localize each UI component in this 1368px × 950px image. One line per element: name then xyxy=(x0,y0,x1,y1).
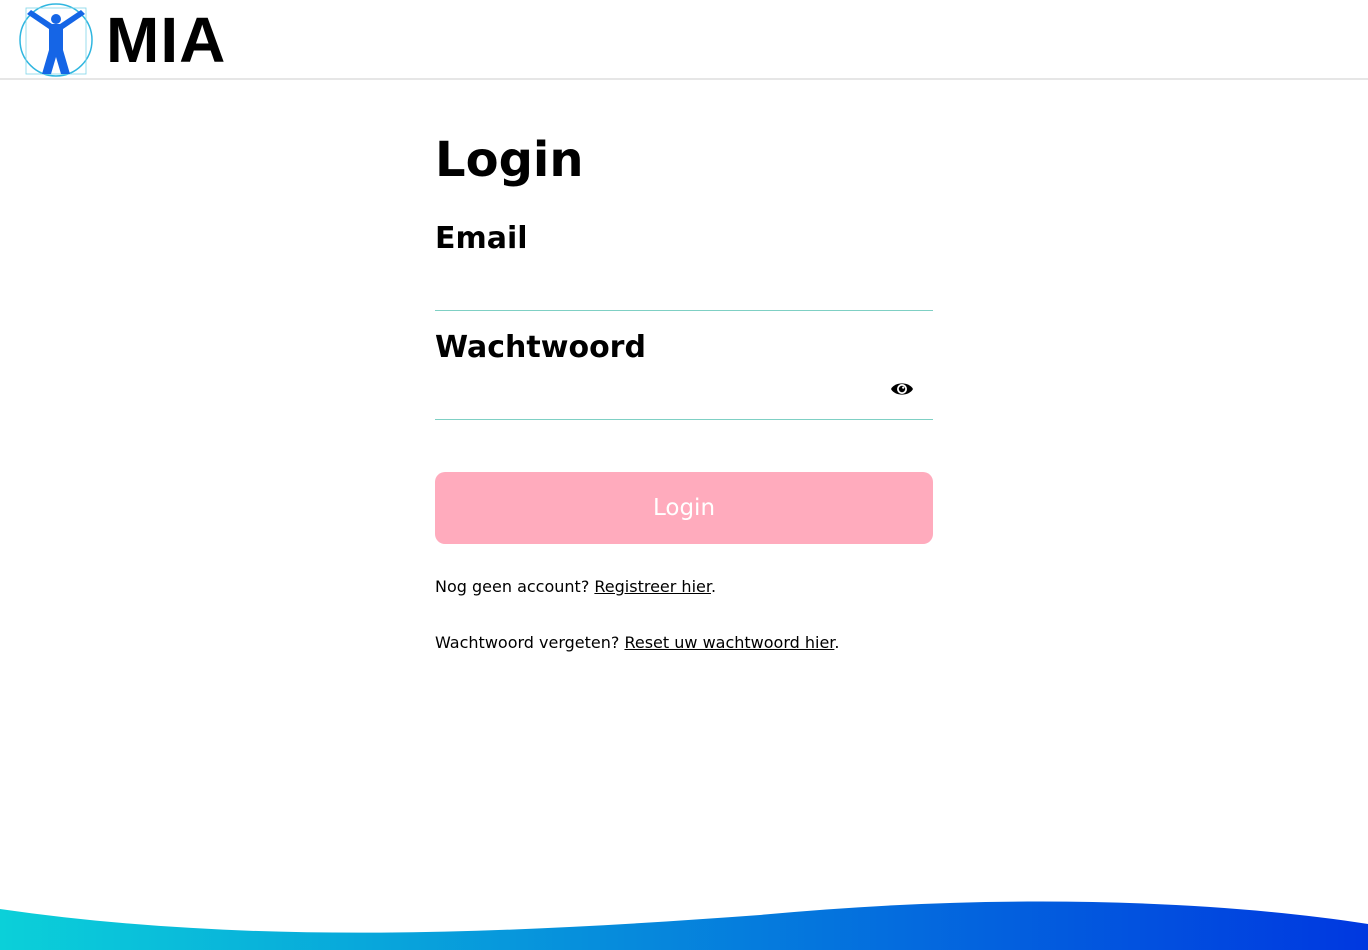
page-title: Login xyxy=(435,132,584,188)
reset-suffix: . xyxy=(834,633,840,652)
reset-prompt-text: Wachtwoord vergeten? xyxy=(435,633,625,652)
password-field[interactable] xyxy=(435,380,933,420)
register-prompt-text: Nog geen account? xyxy=(435,577,595,596)
register-suffix: . xyxy=(710,577,717,596)
brand-name: MIA xyxy=(106,4,227,76)
home-logo-link[interactable]: MIA xyxy=(18,2,226,78)
vitruvian-man-logo-icon xyxy=(19,3,93,77)
reset-password-link[interactable]: Reset uw wachtwoord hier xyxy=(624,633,834,652)
register-link[interactable]: Registreer hier xyxy=(594,577,711,596)
toggle-password-visibility-button[interactable] xyxy=(889,377,915,401)
eye-icon xyxy=(891,383,913,395)
email-label: Email xyxy=(435,221,528,256)
reset-prompt-line: Wachtwoord vergeten? Reset uw wachtwoord… xyxy=(435,633,840,653)
top-bar: MIA xyxy=(0,0,1368,80)
footer-wave xyxy=(0,901,1368,950)
register-prompt-line: Nog geen account? Registreer hier. xyxy=(435,577,716,597)
login-button[interactable]: Login xyxy=(435,472,933,544)
password-label: Wachtwoord xyxy=(435,330,646,365)
email-field[interactable] xyxy=(435,271,933,311)
